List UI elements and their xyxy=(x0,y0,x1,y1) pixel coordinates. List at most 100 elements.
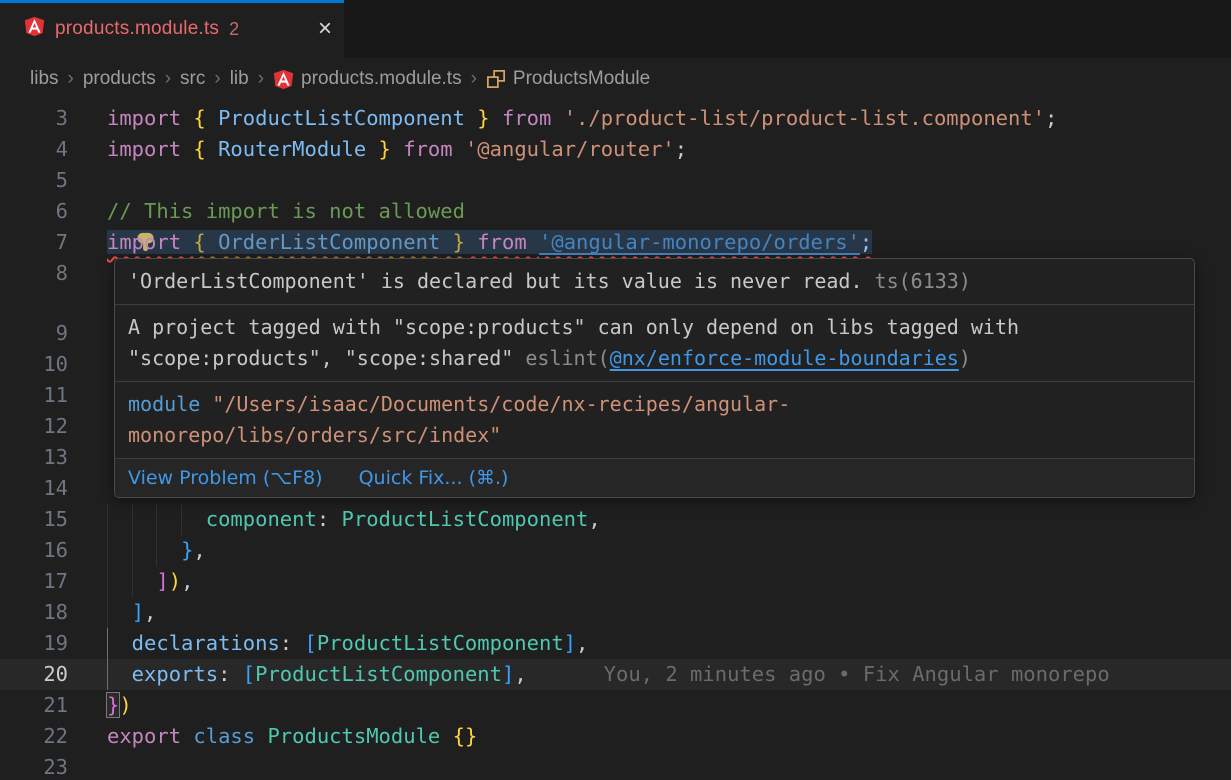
close-icon[interactable]: × xyxy=(318,19,332,39)
line-number[interactable]: 8 xyxy=(0,258,68,289)
line-number[interactable]: 14 xyxy=(0,473,68,504)
code-line[interactable]: 19 declarations: [ProductListComponent], xyxy=(0,628,1231,659)
code-token: '@angular/router' xyxy=(465,137,675,161)
code-token: ] xyxy=(132,600,144,624)
line-number[interactable]: 4 xyxy=(0,134,68,165)
hover-section-code: module "/Users/isaac/Documents/code/nx-r… xyxy=(115,381,1194,458)
code-line[interactable]: 6 // This import is not allowed xyxy=(0,196,1231,227)
hover-section-message: A project tagged with "scope:products" c… xyxy=(115,304,1194,381)
breadcrumb-item-libs[interactable]: libs xyxy=(30,68,59,90)
code-token: ; xyxy=(860,230,872,254)
code-line[interactable]: 5 xyxy=(0,165,1231,196)
code-token xyxy=(107,538,181,562)
line-number[interactable]: 5 xyxy=(0,165,68,196)
code-token: from xyxy=(391,137,465,161)
breadcrumb-label: products.module.ts xyxy=(301,68,462,90)
breadcrumb-item-src[interactable]: src xyxy=(180,68,205,90)
code-token: ProductListComponent xyxy=(218,106,465,130)
code-token: } xyxy=(107,693,119,717)
line-number[interactable]: 19 xyxy=(0,628,68,659)
breadcrumb-label: products xyxy=(83,68,156,90)
hover-line: A project tagged with "scope:products" c… xyxy=(128,312,1181,343)
module-link[interactable]: @nx/enforce-module-boundaries xyxy=(610,346,959,370)
tab-products-module[interactable]: products.module.ts 2 × xyxy=(0,0,344,58)
code-token: } xyxy=(181,538,193,562)
code-line[interactable]: 20 exports: [ProductListComponent],You, … xyxy=(0,659,1231,690)
code-line[interactable]: 3import { ProductListComponent } from '.… xyxy=(0,103,1231,134)
code-line[interactable]: 4import { RouterModule } from '@angular/… xyxy=(0,134,1231,165)
code-token: ; xyxy=(675,137,687,161)
code-token: , xyxy=(514,662,526,686)
code-token: ] xyxy=(564,631,576,655)
line-number[interactable]: 18 xyxy=(0,597,68,628)
line-number[interactable]: 22 xyxy=(0,721,68,752)
line-number[interactable]: 21 xyxy=(0,690,68,721)
code-line[interactable]: 23 xyxy=(0,752,1231,780)
indent-guide xyxy=(156,535,157,566)
hover-line: 'OrderListComponent' is declared but its… xyxy=(128,266,1181,297)
breadcrumb-separator: › xyxy=(68,68,74,90)
angular-icon xyxy=(24,16,45,37)
code-token: from xyxy=(465,230,539,254)
code-token: { xyxy=(193,106,218,130)
code-line[interactable]: 22export class ProductsModule {} xyxy=(0,721,1231,752)
line-number[interactable]: 12 xyxy=(0,411,68,442)
breadcrumb-separator: › xyxy=(258,68,264,90)
breadcrumb-item-lib[interactable]: lib xyxy=(230,68,249,90)
line-number[interactable]: 10 xyxy=(0,349,68,380)
code-line-content: ], xyxy=(107,597,1231,628)
line-number[interactable]: 7 xyxy=(0,227,68,258)
code-line[interactable]: 17 ]), xyxy=(0,566,1231,597)
indent-guide xyxy=(132,504,133,535)
indent-guide xyxy=(107,535,108,566)
code-line-content: // This import is not allowed xyxy=(107,196,1231,227)
code-text: }) xyxy=(107,693,132,717)
code-line[interactable]: 15 component: ProductListComponent, xyxy=(0,504,1231,535)
error-highlighted-code: import { OrderListComponent } from '@ang… xyxy=(107,230,872,254)
code-token: [ xyxy=(243,662,255,686)
line-number[interactable]: 15 xyxy=(0,504,68,535)
code-token: , xyxy=(181,569,193,593)
indent-guide xyxy=(156,504,157,535)
code-token: , xyxy=(193,538,205,562)
line-number[interactable]: 13 xyxy=(0,442,68,473)
line-number[interactable]: 6 xyxy=(0,196,68,227)
code-line[interactable]: 16 }, xyxy=(0,535,1231,566)
code-line[interactable]: 21}) xyxy=(0,690,1231,721)
code-token: // This import is not allowed xyxy=(107,199,477,223)
line-number[interactable]: 17 xyxy=(0,566,68,597)
hover-line: "scope:products", "scope:shared" eslint(… xyxy=(128,343,1181,374)
code-text: ], xyxy=(107,600,156,624)
code-text: ]), xyxy=(107,569,193,593)
code-token: ] xyxy=(502,662,514,686)
line-number[interactable]: 9 xyxy=(0,318,68,349)
code-token: "scope:products", "scope:shared" xyxy=(128,346,525,370)
code-line-content: declarations: [ProductListComponent], xyxy=(107,628,1231,659)
code-token: } xyxy=(465,106,490,130)
indent-guide xyxy=(107,566,108,597)
code-token: , xyxy=(588,507,600,531)
breadcrumb-label: src xyxy=(180,68,205,90)
line-number[interactable]: 11 xyxy=(0,380,68,411)
view-problem-action[interactable]: View Problem (⌥F8) xyxy=(128,467,323,489)
line-number[interactable]: 16 xyxy=(0,535,68,566)
quick-fix-action[interactable]: Quick Fix... (⌘.) xyxy=(359,467,509,489)
code-token: monorepo/libs/orders/src/index" xyxy=(128,423,501,447)
code-token: declarations xyxy=(107,631,280,655)
code-token: ) xyxy=(169,569,181,593)
line-number[interactable]: 20 xyxy=(0,659,68,690)
code-line[interactable]: 7 import { OrderListComponent } from '@an… xyxy=(0,227,1231,258)
code-editor[interactable]: 3import { ProductListComponent } from '.… xyxy=(0,100,1231,780)
indent-guide xyxy=(107,504,108,535)
breadcrumb-item-products[interactable]: products xyxy=(83,68,156,90)
breadcrumb-item-productsmodule[interactable]: ProductsModule xyxy=(486,68,650,90)
code-token: './product-list/product-list.component' xyxy=(564,106,1045,130)
breadcrumb-item-products-module-ts[interactable]: products.module.ts xyxy=(273,68,462,90)
line-number[interactable]: 3 xyxy=(0,103,68,134)
code-line[interactable]: 18 ], xyxy=(0,597,1231,628)
code-token: { xyxy=(193,137,218,161)
indent-guide xyxy=(181,504,182,535)
module-link[interactable]: '@angular-monorepo/orders' xyxy=(539,230,860,254)
vscode-window: products.module.ts 2 × libs › products › src… xyxy=(0,0,1231,780)
line-number[interactable]: 23 xyxy=(0,752,68,780)
